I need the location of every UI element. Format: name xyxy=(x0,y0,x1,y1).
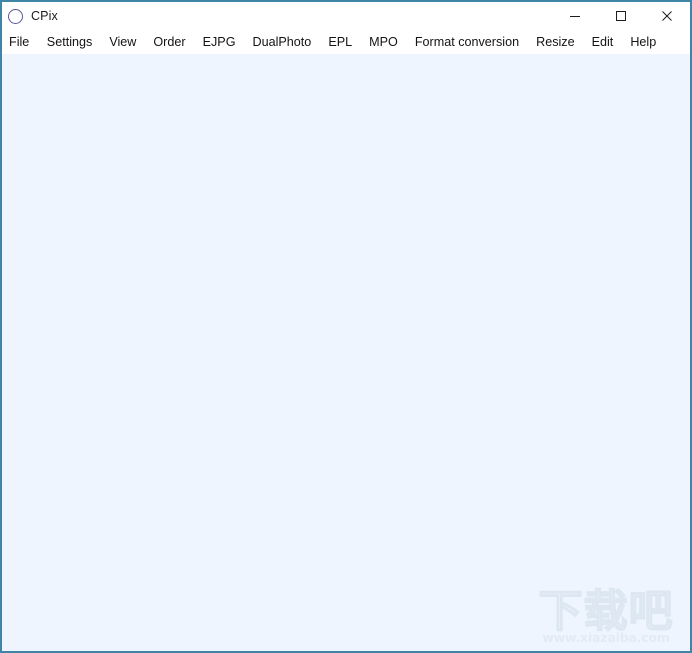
menu-item-epl[interactable]: EPL xyxy=(320,30,361,54)
menu-item-view[interactable]: View xyxy=(101,30,145,54)
menu-item-edit[interactable]: Edit xyxy=(583,30,622,54)
minimize-icon xyxy=(569,10,581,22)
menu-item-ejpg[interactable]: EJPG xyxy=(194,30,244,54)
menu-item-help[interactable]: Help xyxy=(622,30,665,54)
application-window: CPix File Settings View Order EJPG DualP… xyxy=(0,0,692,653)
menu-item-file[interactable]: File xyxy=(9,30,38,54)
menu-item-resize[interactable]: Resize xyxy=(528,30,584,54)
menu-item-settings[interactable]: Settings xyxy=(38,30,101,54)
close-button[interactable] xyxy=(644,2,690,30)
minimize-button[interactable] xyxy=(552,2,598,30)
menu-item-format-conversion[interactable]: Format conversion xyxy=(406,30,527,54)
circle-outline-icon xyxy=(8,8,23,24)
close-icon xyxy=(661,10,673,22)
menu-item-mpo[interactable]: MPO xyxy=(361,30,407,54)
menu-bar: File Settings View Order EJPG DualPhoto … xyxy=(2,30,690,54)
maximize-button[interactable] xyxy=(598,2,644,30)
window-title: CPix xyxy=(31,8,58,23)
window-controls xyxy=(552,2,690,30)
watermark: 下载吧 www.xiazaiba.com xyxy=(530,586,682,645)
watermark-url: www.xiazaiba.com xyxy=(542,630,670,645)
watermark-logo: 下载吧 xyxy=(538,586,674,637)
menu-item-dualphoto[interactable]: DualPhoto xyxy=(244,30,320,54)
image-canvas-area[interactable]: 下载吧 www.xiazaiba.com xyxy=(2,54,690,651)
menu-item-order[interactable]: Order xyxy=(145,30,194,54)
maximize-icon xyxy=(615,10,627,22)
title-bar[interactable]: CPix xyxy=(2,2,690,30)
